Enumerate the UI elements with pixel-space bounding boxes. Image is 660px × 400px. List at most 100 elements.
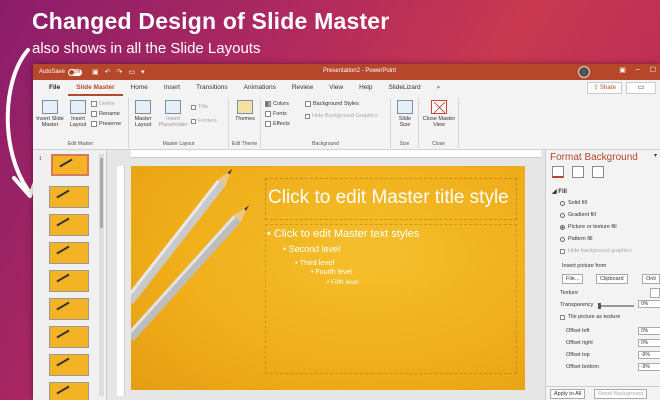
thumbnail-pane[interactable]: 1 xyxy=(33,150,107,400)
reset-background-button[interactable]: Reset Background xyxy=(594,389,648,399)
file-button[interactable]: File... xyxy=(562,274,584,284)
tab-file[interactable]: File xyxy=(41,80,68,96)
picture-icon[interactable] xyxy=(592,166,604,178)
preserve-button[interactable]: Preserve xyxy=(91,121,121,127)
picture-fill-radio[interactable] xyxy=(560,224,565,230)
layout-thumbnail[interactable] xyxy=(49,298,89,320)
picture-fill-option[interactable]: Picture or texture fill xyxy=(560,224,617,230)
transparency-field[interactable]: 0% xyxy=(638,300,660,308)
colors-button[interactable]: Colors xyxy=(265,101,289,107)
layout-thumbnail[interactable] xyxy=(49,242,89,264)
texture-picker[interactable] xyxy=(650,288,660,298)
search-icon: ⌕ xyxy=(436,84,441,91)
level-4-text: Fourth level xyxy=(315,269,352,276)
tab-insert[interactable]: Insert xyxy=(156,80,188,96)
hide-background-graphics-checkbox[interactable]: Hide Background Graphics xyxy=(305,113,378,119)
insert-slide-master-button[interactable]: Insert Slide Master xyxy=(35,100,65,128)
tab-transitions[interactable]: Transitions xyxy=(188,80,236,96)
vertical-ruler xyxy=(117,166,125,396)
share-button[interactable]: ⇪ Share xyxy=(587,82,622,94)
footers-check xyxy=(191,118,196,124)
format-background-pane: Format Background ▾ ◢ Fill Solid fill Gr… xyxy=(545,150,660,400)
offset-bottom-field[interactable]: -9% xyxy=(638,363,660,371)
offset-left-field[interactable]: 0% xyxy=(638,327,660,335)
colors-icon xyxy=(265,101,271,107)
rename-button[interactable]: Rename xyxy=(91,111,120,117)
slide-master-canvas[interactable]: Click to edit Master title style • Click… xyxy=(131,166,525,390)
fonts-icon xyxy=(265,111,271,117)
delete-button[interactable]: Delete xyxy=(91,101,115,107)
layout-thumbnail[interactable] xyxy=(49,186,89,208)
solid-fill-radio[interactable] xyxy=(560,200,565,206)
maximize-icon[interactable]: ☐ xyxy=(650,66,656,74)
pencils-image xyxy=(131,168,250,341)
apply-to-all-button[interactable]: Apply to All xyxy=(550,389,586,399)
insert-placeholder-button[interactable]: Insert Placeholder xyxy=(157,100,189,128)
slide-master-thumbnail[interactable] xyxy=(51,154,89,176)
tab-animations[interactable]: Animations xyxy=(236,80,284,96)
effects-button[interactable]: Effects xyxy=(265,121,290,127)
comments-button[interactable]: ▭ xyxy=(626,82,656,94)
pane-options-icon[interactable]: ▾ xyxy=(654,152,657,159)
layout-thumbnail[interactable] xyxy=(49,382,89,400)
title-check xyxy=(191,104,196,110)
background-styles-button[interactable]: Background Styles xyxy=(305,101,359,107)
tab-help[interactable]: Help xyxy=(351,80,380,96)
tab-slide-master[interactable]: Slide Master xyxy=(68,80,123,96)
level-5-text: Fifth level xyxy=(331,279,359,286)
clipboard-button[interactable]: Clipboard xyxy=(596,274,628,284)
tell-me[interactable]: ⌕ xyxy=(437,84,444,92)
tab-home[interactable]: Home xyxy=(123,80,156,96)
save-icon[interactable]: ▣ xyxy=(92,68,99,76)
pattern-fill-radio[interactable] xyxy=(560,236,565,242)
group-master-layout: Master Layout Insert Placeholder Title F… xyxy=(129,98,229,148)
layout-thumbnail[interactable] xyxy=(49,214,89,236)
gradient-fill-option[interactable]: Gradient fill xyxy=(560,212,596,218)
tile-picture-check[interactable] xyxy=(560,314,565,320)
layout-thumbnail[interactable] xyxy=(49,326,89,348)
offset-top-field[interactable]: -9% xyxy=(638,351,660,359)
effects-pentagon-icon[interactable] xyxy=(572,166,584,178)
minimize-icon[interactable]: – xyxy=(636,66,640,74)
tab-review[interactable]: Review xyxy=(284,80,321,96)
themes-button[interactable]: Themes xyxy=(233,100,257,122)
master-layout-button[interactable]: Master Layout xyxy=(131,100,155,128)
footers-checkbox[interactable]: Footers xyxy=(191,118,217,124)
layout-thumbnail[interactable] xyxy=(49,354,89,376)
tab-slidelizard[interactable]: SlideLizard xyxy=(381,80,429,96)
tab-view[interactable]: View xyxy=(321,80,351,96)
close-master-view-button[interactable]: Close Master View xyxy=(421,100,457,128)
tile-picture-option[interactable]: Tile picture as texture xyxy=(560,314,620,320)
avatar[interactable] xyxy=(578,66,590,78)
level-1-text: Click to edit Master text styles xyxy=(273,228,420,240)
insert-placeholder-label: Insert Placeholder xyxy=(158,116,188,128)
transparency-slider[interactable] xyxy=(598,303,634,309)
group-edit-theme: Themes Edit Theme xyxy=(229,98,261,148)
master-title[interactable]: Click to edit Master title style xyxy=(268,187,509,209)
hide-bg-graphics-check[interactable] xyxy=(560,248,565,254)
hide-bg-graphics-option[interactable]: Hide background graphics xyxy=(560,248,632,254)
offset-right-field[interactable]: 0% xyxy=(638,339,660,347)
solid-fill-option[interactable]: Solid fill xyxy=(560,200,587,206)
insert-layout-button[interactable]: Insert Layout xyxy=(67,100,89,128)
autosave-toggle[interactable]: Off xyxy=(68,68,83,76)
present-icon[interactable]: ▭ xyxy=(128,68,135,76)
fill-section-header[interactable]: ◢ Fill xyxy=(552,188,567,195)
online-button[interactable]: Onli xyxy=(642,274,660,284)
ribbon-tabs: File Slide Master Home Insert Transition… xyxy=(33,80,660,96)
ribbon-display-icon[interactable]: ▣ xyxy=(619,66,626,74)
slide-size-button[interactable]: Slide Size xyxy=(393,100,417,128)
autosave[interactable]: AutoSave Off xyxy=(39,68,83,76)
title-checkbox[interactable]: Title xyxy=(191,104,208,110)
thumbnail-scrollbar[interactable] xyxy=(99,154,104,396)
transparency-label: Transparency xyxy=(560,302,594,308)
layout-thumbnail[interactable] xyxy=(49,270,89,292)
fill-icon[interactable] xyxy=(552,166,564,178)
fonts-button[interactable]: Fonts xyxy=(265,111,287,117)
pattern-fill-option[interactable]: Pattern fill xyxy=(560,236,592,242)
customize-qat-icon[interactable]: ▾ xyxy=(141,68,145,76)
preserve-icon xyxy=(91,121,97,127)
redo-icon[interactable]: ↷ xyxy=(117,68,123,76)
undo-icon[interactable]: ↶ xyxy=(105,68,111,76)
gradient-fill-radio[interactable] xyxy=(560,212,565,218)
